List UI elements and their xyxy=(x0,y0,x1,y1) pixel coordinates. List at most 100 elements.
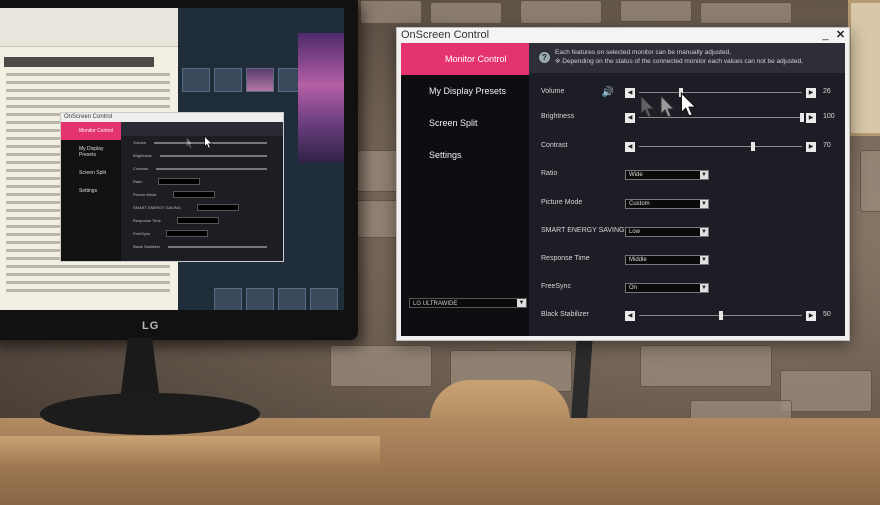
chevron-down-icon: ▼ xyxy=(700,256,708,264)
brightness-value: 100 xyxy=(823,113,835,120)
document-ribbon xyxy=(0,8,178,47)
mini-slider xyxy=(156,167,267,170)
mini-row-ratio: Ratio xyxy=(121,175,283,188)
document-line xyxy=(6,89,170,92)
mini-nav-monitor-control: Monitor Control xyxy=(61,122,121,140)
brightness-label: Brightness xyxy=(541,113,575,120)
black-stabilizer-slider[interactable] xyxy=(639,311,802,320)
brick xyxy=(430,2,502,24)
monitor-select-dropdown[interactable]: LG ULTRAWIDE ▼ xyxy=(409,298,527,308)
volume-value: 26 xyxy=(823,88,831,95)
monitor-screen: OnScreen Control Monitor Control My Disp… xyxy=(0,8,344,310)
contrast-decrease-button[interactable]: ◀ xyxy=(625,142,635,152)
ratio-selected-value: Wide xyxy=(629,172,643,178)
volume-decrease-button[interactable]: ◀ xyxy=(625,88,635,98)
close-button[interactable]: ✕ xyxy=(834,29,847,42)
black-stabilizer-slider-handle[interactable] xyxy=(718,311,723,320)
sidebar-item-settings[interactable]: Settings xyxy=(401,139,529,171)
sidebar-item-monitor-control[interactable]: Monitor Control xyxy=(401,43,529,75)
volume-label: Volume xyxy=(541,88,565,95)
picture-mode-dropdown[interactable]: Custom ▼ xyxy=(625,199,709,209)
ratio-label: Ratio xyxy=(541,170,558,177)
picture-mode-label: Picture Mode xyxy=(541,199,583,206)
contrast-row: Contrast ◀ ▶ 70 xyxy=(529,140,845,154)
info-text: Each features on selected monitor can be… xyxy=(555,48,803,66)
mini-row-brightness: Brightness xyxy=(121,149,283,162)
mini-row-picture-mode: Picture Mode xyxy=(121,188,283,201)
ratio-dropdown[interactable]: Wide ▼ xyxy=(625,170,709,180)
mini-row-label: Response Time xyxy=(133,218,161,223)
picture-mode-selected-value: Custom xyxy=(629,201,650,207)
mini-row-label: Contrast xyxy=(133,166,149,171)
ratio-row: Ratio Wide ▼ xyxy=(529,168,845,182)
document-line xyxy=(6,265,170,268)
aurora-photo xyxy=(298,33,344,163)
brightness-slider-handle[interactable] xyxy=(800,113,804,122)
photo-thumbnail xyxy=(214,288,242,310)
document-line xyxy=(6,105,170,108)
chevron-down-icon: ▼ xyxy=(700,171,708,179)
monitor-stand-base xyxy=(40,393,260,435)
freesync-row: FreeSync On ▼ xyxy=(529,281,845,295)
contrast-slider-handle[interactable] xyxy=(751,142,756,151)
minimize-button[interactable]: _ xyxy=(819,29,832,42)
speaker-icon[interactable]: 🔊 xyxy=(601,86,615,100)
onscreen-control-window: OnScreen Control _ ✕ Monitor Control My … xyxy=(396,27,850,341)
title-bar[interactable]: OnScreen Control _ ✕ xyxy=(397,28,849,43)
window-title: OnScreen Control xyxy=(401,29,490,41)
wall-frame xyxy=(848,0,880,136)
mini-row-black-stabilizer: Black Stabilizer xyxy=(121,240,283,253)
freesync-selected-value: On xyxy=(629,285,638,291)
mini-row-label: FreeSync xyxy=(133,231,151,236)
contrast-label: Contrast xyxy=(541,142,568,149)
black-stabilizer-decrease-button[interactable]: ◀ xyxy=(625,311,635,321)
brick xyxy=(330,345,432,387)
black-stabilizer-increase-button[interactable]: ▶ xyxy=(806,311,816,321)
document-line xyxy=(6,273,170,276)
black-stabilizer-value: 50 xyxy=(823,311,831,318)
mini-row-label: Brightness xyxy=(133,153,152,158)
desk-shelf xyxy=(0,436,380,466)
brightness-increase-button[interactable]: ▶ xyxy=(806,113,816,123)
freesync-dropdown[interactable]: On ▼ xyxy=(625,283,709,293)
brick xyxy=(780,370,872,412)
mini-sidebar: Monitor Control My Display Presets Scree… xyxy=(61,122,121,261)
photo-thumbnail xyxy=(182,68,210,92)
mini-dropdown xyxy=(166,230,209,237)
response-time-row: Response Time Middle ▼ xyxy=(529,253,845,267)
mini-dropdown xyxy=(176,217,219,224)
sidebar-item-screen-split[interactable]: Screen Split xyxy=(401,107,529,139)
brick xyxy=(700,2,792,24)
mini-row-response-time: Response Time xyxy=(121,214,283,227)
smart-energy-saving-dropdown[interactable]: Low ▼ xyxy=(625,227,709,237)
smart-energy-saving-row: SMART ENERGY SAVING Low ▼ xyxy=(529,225,845,239)
volume-increase-button[interactable]: ▶ xyxy=(806,88,816,98)
photo-thumbnail xyxy=(214,68,242,92)
chevron-down-icon: ▼ xyxy=(700,284,708,292)
response-time-dropdown[interactable]: Middle ▼ xyxy=(625,255,709,265)
monitor-select-value: LG ULTRAWIDE xyxy=(413,301,458,307)
document-line xyxy=(6,289,170,292)
chevron-down-icon: ▼ xyxy=(517,299,526,307)
contrast-slider[interactable] xyxy=(639,142,802,151)
mini-row-label: SMART ENERGY SAVING xyxy=(133,205,181,210)
contrast-increase-button[interactable]: ▶ xyxy=(806,142,816,152)
volume-slider[interactable] xyxy=(639,88,802,97)
mini-row-label: Black Stabilizer xyxy=(133,244,161,249)
mini-dropdown xyxy=(196,204,239,211)
mini-row-label: Volume xyxy=(133,140,147,145)
brick xyxy=(640,345,772,387)
mini-dropdown xyxy=(158,178,201,185)
mini-row-label: Ratio xyxy=(133,179,143,184)
question-icon: ? xyxy=(539,52,550,63)
smart-energy-saving-selected-value: Low xyxy=(629,229,641,235)
document-heading xyxy=(4,57,154,67)
brightness-decrease-button[interactable]: ◀ xyxy=(625,113,635,123)
sidebar-item-my-display-presets[interactable]: My Display Presets xyxy=(401,75,529,107)
mini-dropdown xyxy=(172,191,215,198)
chevron-down-icon: ▼ xyxy=(700,228,708,236)
response-time-label: Response Time xyxy=(541,255,590,262)
photo-thumbnail xyxy=(278,288,306,310)
sidebar: Monitor Control My Display Presets Scree… xyxy=(401,43,529,336)
mini-nav-settings: Settings xyxy=(79,188,98,194)
